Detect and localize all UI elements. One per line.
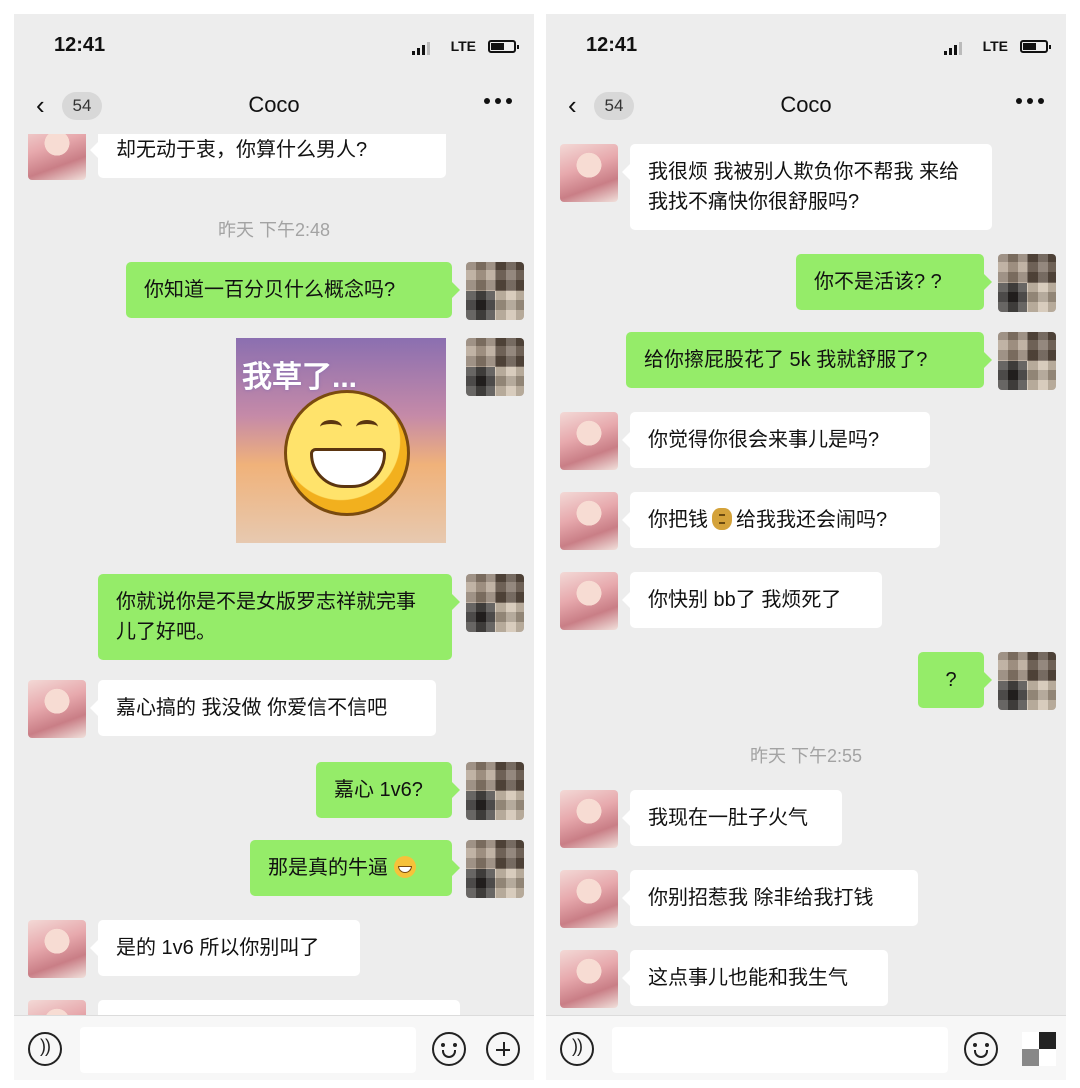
sticker-image[interactable]: 我草了... bbox=[236, 338, 446, 543]
avatar[interactable] bbox=[560, 144, 618, 202]
message-bubble[interactable]: 我现在一肚子火气 bbox=[622, 790, 842, 846]
chat-screen-left: 12:41 LTE ‹ 54 Coco 却无动于衷，你算什么男人? 昨天 下午2… bbox=[14, 14, 534, 1080]
message-bubble[interactable]: ? bbox=[918, 652, 992, 708]
message-bubble[interactable]: 你知道一百分贝什么概念吗? bbox=[126, 262, 460, 318]
avatar[interactable] bbox=[560, 492, 618, 550]
message-bubble[interactable]: 你把钱 给我我还会闹吗? bbox=[622, 492, 940, 548]
message-bubble[interactable]: 这点事儿也能和我生气 bbox=[622, 950, 888, 1006]
avatar[interactable] bbox=[28, 680, 86, 738]
sticker-eye bbox=[320, 420, 342, 434]
message-bubble[interactable]: 是的 1v6 所以你别叫了 bbox=[90, 920, 360, 976]
nav-bar: ‹ 54 Coco bbox=[14, 80, 534, 134]
message-bubble[interactable]: 我很烦 我被别人欺负你不帮我 来给我找不痛快你很舒服吗? bbox=[622, 144, 992, 230]
avatar[interactable] bbox=[560, 950, 618, 1008]
avatar[interactable] bbox=[466, 840, 524, 898]
message-text: 那是真的牛逼 bbox=[268, 857, 388, 879]
input-bar bbox=[14, 1015, 534, 1080]
message-list[interactable]: 我很烦 我被别人欺负你不帮我 来给我找不痛快你很舒服吗? 你不是活该? ? 给你… bbox=[546, 134, 1066, 1016]
signal-icon bbox=[412, 41, 434, 55]
emoji-icon[interactable] bbox=[964, 1032, 998, 1066]
avatar[interactable] bbox=[466, 262, 524, 320]
message-bubble[interactable]: 你快别 bb了 我烦死了 bbox=[622, 572, 882, 628]
message-bubble[interactable]: 你觉得你很会来事儿是吗? bbox=[622, 412, 930, 468]
avatar[interactable] bbox=[466, 762, 524, 820]
input-bar bbox=[546, 1015, 1066, 1080]
sticker-eye bbox=[356, 420, 378, 434]
timestamp: 昨天 下午2:48 bbox=[217, 220, 331, 240]
more-dots-icon[interactable] bbox=[484, 98, 512, 106]
voice-icon[interactable] bbox=[28, 1032, 62, 1066]
signal-icon bbox=[944, 41, 966, 55]
message-bubble[interactable]: 你就说你是不是女版罗志祥就完事儿了好吧。 bbox=[98, 574, 460, 660]
grinning-face-icon bbox=[394, 856, 416, 878]
message-bubble[interactable]: 嘉心搞的 我没做 你爱信不信吧 bbox=[90, 680, 436, 736]
avatar[interactable] bbox=[998, 254, 1056, 312]
voice-icon[interactable] bbox=[560, 1032, 594, 1066]
avatar[interactable] bbox=[560, 572, 618, 630]
nav-bar: ‹ 54 Coco bbox=[546, 80, 1066, 134]
avatar[interactable] bbox=[998, 652, 1056, 710]
network-label: LTE bbox=[982, 38, 1008, 54]
status-time: 12:41 bbox=[586, 34, 638, 56]
message-text: 你把钱 bbox=[648, 509, 708, 531]
message-text: 给我我还会闹吗? bbox=[736, 509, 888, 531]
message-input[interactable] bbox=[80, 1027, 416, 1073]
avatar[interactable] bbox=[466, 574, 524, 632]
timestamp: 昨天 下午2:55 bbox=[749, 746, 863, 766]
message-input[interactable] bbox=[612, 1027, 948, 1073]
status-bar: 12:41 LTE bbox=[546, 14, 1066, 80]
avatar[interactable] bbox=[28, 920, 86, 978]
network-label: LTE bbox=[450, 38, 476, 54]
avatar[interactable] bbox=[560, 790, 618, 848]
chat-screen-right: 12:41 LTE ‹ 54 Coco 我很烦 我被别人欺负你不帮我 来给我找不… bbox=[546, 14, 1066, 1080]
avatar[interactable] bbox=[28, 134, 86, 180]
emoji-icon[interactable] bbox=[432, 1032, 466, 1066]
message-bubble[interactable]: 给你擦屁股花了 5k 我就舒服了? bbox=[626, 332, 992, 388]
message-bubble[interactable]: 你不是活该? ? bbox=[796, 254, 992, 310]
message-bubble[interactable]: 那是真的牛逼 bbox=[250, 840, 460, 896]
chat-title: Coco bbox=[780, 92, 832, 117]
more-dots-icon[interactable] bbox=[1016, 98, 1044, 106]
message-bubble[interactable]: 却无动于衷，你算什么男人? bbox=[90, 134, 446, 178]
battery-icon bbox=[1020, 40, 1051, 53]
message-bubble[interactable]: 你别招惹我 除非给我打钱 bbox=[622, 870, 918, 926]
battery-icon bbox=[488, 40, 519, 53]
avatar[interactable] bbox=[560, 870, 618, 928]
avatar[interactable] bbox=[998, 332, 1056, 390]
avatar[interactable] bbox=[28, 1000, 86, 1016]
message-bubble[interactable] bbox=[98, 1000, 460, 1016]
plus-icon[interactable] bbox=[1022, 1032, 1056, 1066]
avatar[interactable] bbox=[466, 338, 524, 396]
message-bubble[interactable]: 嘉心 1v6? bbox=[316, 762, 460, 818]
status-bar: 12:41 LTE bbox=[14, 14, 534, 80]
money-bag-icon bbox=[712, 508, 732, 530]
chat-title: Coco bbox=[248, 92, 300, 117]
avatar[interactable] bbox=[560, 412, 618, 470]
status-time: 12:41 bbox=[54, 34, 106, 56]
message-list[interactable]: 却无动于衷，你算什么男人? 昨天 下午2:48 你知道一百分贝什么概念吗? 我草… bbox=[14, 134, 534, 1016]
plus-icon[interactable] bbox=[486, 1032, 520, 1066]
